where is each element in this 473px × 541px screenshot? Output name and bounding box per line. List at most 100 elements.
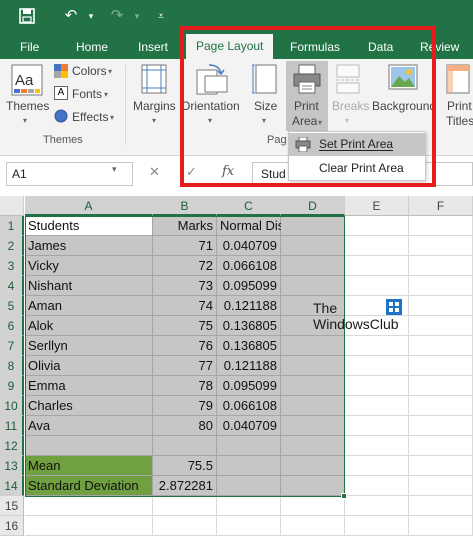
print-area-label-line1[interactable]: Print — [294, 99, 319, 113]
cell-e2[interactable] — [345, 236, 409, 256]
cell-d4[interactable] — [281, 276, 345, 296]
orientation-button-label[interactable]: Orientation — [181, 99, 240, 113]
cell-d2[interactable] — [281, 236, 345, 256]
column-header-a[interactable]: A — [25, 196, 153, 216]
colors-button-label[interactable]: Colors — [72, 64, 107, 78]
size-button-label[interactable]: Size — [254, 99, 277, 113]
cell-e16[interactable] — [345, 516, 409, 536]
row-header-1[interactable]: 1 — [0, 216, 24, 236]
row-header-9[interactable]: 9 — [0, 376, 24, 396]
margins-icon[interactable] — [141, 64, 167, 99]
cell-c10[interactable]: 0.066108 — [217, 396, 281, 416]
cell-a11[interactable]: Ava — [25, 416, 153, 436]
themes-button-label[interactable]: Themes — [6, 99, 49, 113]
cell-c14[interactable] — [217, 476, 281, 496]
cell-c16[interactable] — [217, 516, 281, 536]
cell-e9[interactable] — [345, 376, 409, 396]
effects-icon[interactable] — [54, 109, 68, 128]
cell-b10[interactable]: 79 — [153, 396, 217, 416]
row-header-8[interactable]: 8 — [0, 356, 24, 376]
cell-c8[interactable]: 0.121188 — [217, 356, 281, 376]
cell-d3[interactable] — [281, 256, 345, 276]
cell-c1[interactable]: Normal Distribution — [217, 216, 331, 236]
orientation-icon[interactable] — [195, 62, 229, 101]
cell-b9[interactable]: 78 — [153, 376, 217, 396]
undo-dropdown-icon[interactable]: ▾ — [80, 5, 102, 27]
cell-b6[interactable]: 75 — [153, 316, 217, 336]
insert-function-icon[interactable]: fx — [222, 164, 234, 179]
cell-e4[interactable] — [345, 276, 409, 296]
cell-c7[interactable]: 0.136805 — [217, 336, 281, 356]
cell-d8[interactable] — [281, 356, 345, 376]
row-header-12[interactable]: 12 — [0, 436, 24, 456]
cell-e3[interactable] — [345, 256, 409, 276]
cell-e12[interactable] — [345, 436, 409, 456]
print-titles-label-line1[interactable]: Print — [447, 99, 472, 113]
cell-f5[interactable] — [409, 296, 473, 316]
row-header-15[interactable]: 15 — [0, 496, 24, 516]
cell-d10[interactable] — [281, 396, 345, 416]
cell-f8[interactable] — [409, 356, 473, 376]
row-header-2[interactable]: 2 — [0, 236, 24, 256]
cell-f15[interactable] — [409, 496, 473, 516]
breaks-button-label[interactable]: Breaks — [332, 99, 369, 113]
cancel-icon[interactable]: ✕ — [149, 164, 160, 180]
cell-d1[interactable] — [281, 216, 345, 236]
cell-a8[interactable]: Olivia — [25, 356, 153, 376]
name-box-dropdown-icon[interactable]: ▾ — [112, 164, 117, 175]
cell-b11[interactable]: 80 — [153, 416, 217, 436]
row-header-11[interactable]: 11 — [0, 416, 24, 436]
cell-f1[interactable] — [409, 216, 473, 236]
cell-f13[interactable] — [409, 456, 473, 476]
cell-e13[interactable] — [345, 456, 409, 476]
row-header-13[interactable]: 13 — [0, 456, 24, 476]
cell-d12[interactable] — [281, 436, 345, 456]
cell-a13[interactable]: Mean — [25, 456, 153, 476]
cell-b5[interactable]: 74 — [153, 296, 217, 316]
cell-e7[interactable] — [345, 336, 409, 356]
cell-c3[interactable]: 0.066108 — [217, 256, 281, 276]
cell-c9[interactable]: 0.095099 — [217, 376, 281, 396]
cell-a12[interactable] — [25, 436, 153, 456]
cell-a5[interactable]: Aman — [25, 296, 153, 316]
background-button-label[interactable]: Background — [372, 99, 436, 113]
enter-icon[interactable]: ✓ — [186, 164, 197, 180]
fill-handle[interactable] — [341, 493, 347, 499]
background-icon[interactable] — [388, 64, 418, 99]
row-header-4[interactable]: 4 — [0, 276, 24, 296]
clear-print-area-item[interactable]: Clear Print Area — [289, 157, 425, 180]
cell-f10[interactable] — [409, 396, 473, 416]
cell-b13[interactable]: 75.5 — [153, 456, 217, 476]
cell-a9[interactable]: Emma — [25, 376, 153, 396]
cell-b16[interactable] — [153, 516, 217, 536]
undo-icon[interactable]: ↶ — [60, 5, 82, 27]
cell-a1[interactable]: Students — [25, 216, 153, 236]
cell-f14[interactable] — [409, 476, 473, 496]
cell-a6[interactable]: Alok — [25, 316, 153, 336]
cell-d9[interactable] — [281, 376, 345, 396]
print-titles-label-line2[interactable]: Titles — [446, 114, 473, 128]
cell-c2[interactable]: 0.040709 — [217, 236, 281, 256]
cell-c4[interactable]: 0.095099 — [217, 276, 281, 296]
cell-a10[interactable]: Charles — [25, 396, 153, 416]
cell-f9[interactable] — [409, 376, 473, 396]
cell-d16[interactable] — [281, 516, 345, 536]
margins-button-label[interactable]: Margins — [133, 99, 176, 113]
tab-page-layout[interactable]: Page Layout — [186, 34, 274, 59]
row-header-14[interactable]: 14 — [0, 476, 24, 496]
tab-home[interactable]: Home — [76, 36, 108, 59]
cell-b8[interactable]: 77 — [153, 356, 217, 376]
fonts-icon[interactable]: A — [54, 86, 68, 100]
column-header-e[interactable]: E — [345, 196, 409, 216]
select-all-corner[interactable] — [0, 196, 24, 216]
tab-data[interactable]: Data — [368, 36, 393, 59]
breaks-icon[interactable] — [336, 64, 360, 99]
cell-a7[interactable]: Serllyn — [25, 336, 153, 356]
cell-e10[interactable] — [345, 396, 409, 416]
set-print-area-item[interactable]: Set Print Area — [289, 133, 425, 156]
cell-e1[interactable] — [345, 216, 409, 236]
cell-a14[interactable]: Standard Deviation — [25, 476, 153, 496]
cell-a15[interactable] — [25, 496, 153, 516]
tab-insert[interactable]: Insert — [138, 36, 168, 59]
row-header-16[interactable]: 16 — [0, 516, 24, 536]
